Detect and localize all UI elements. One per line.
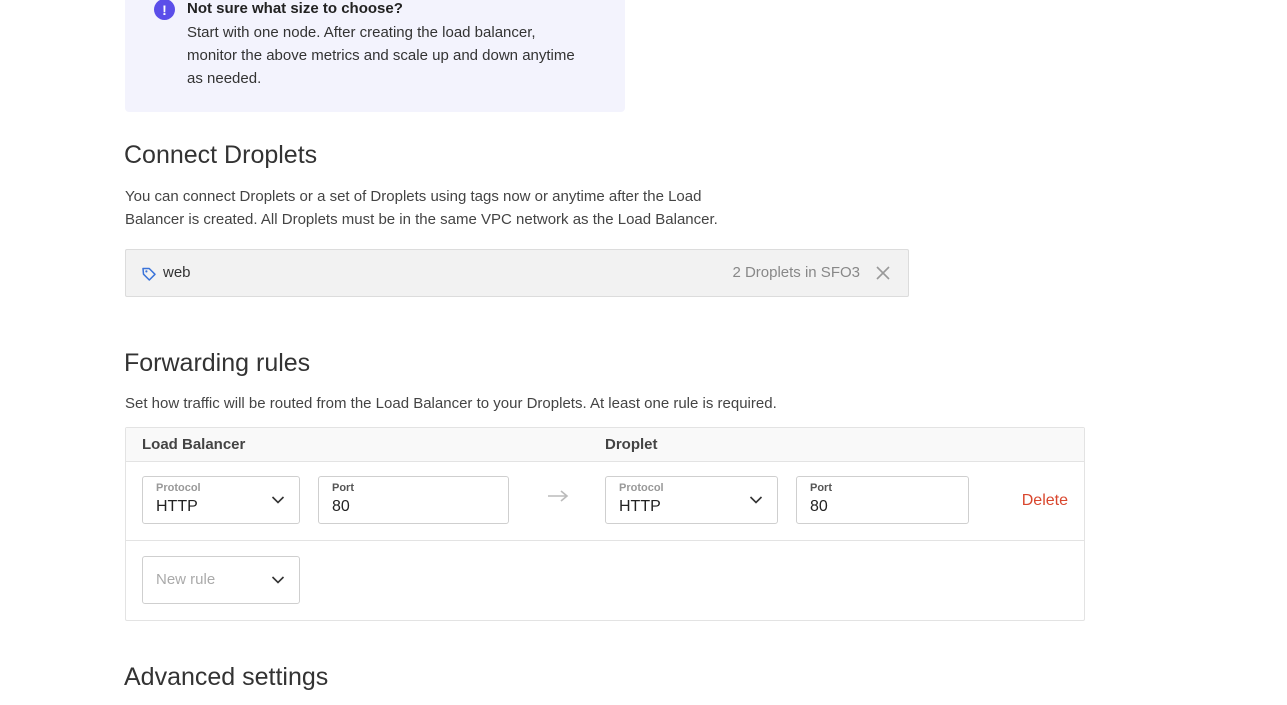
close-icon[interactable] [875, 265, 891, 281]
forwarding-rules-table: Load Balancer Droplet Protocol HTTP Port… [125, 427, 1085, 621]
column-load-balancer: Load Balancer [142, 436, 246, 453]
advanced-settings-heading[interactable]: Advanced settings [124, 663, 328, 692]
connect-droplets-description: You can connect Droplets or a set of Dro… [125, 188, 718, 228]
delete-rule-button[interactable]: Delete [1022, 492, 1068, 510]
arrow-right-icon [548, 490, 569, 502]
chevron-down-icon [271, 576, 285, 584]
chevron-down-icon [749, 496, 763, 504]
rules-header: Load Balancer Droplet [126, 428, 1084, 462]
new-rule-placeholder: New rule [156, 571, 216, 588]
droplet-port-value: 80 [810, 498, 828, 515]
lb-port-input[interactable]: Port 80 [318, 476, 509, 524]
rule-divider [126, 540, 1084, 541]
info-title: Not sure what size to choose? [187, 0, 403, 17]
new-rule-select[interactable]: New rule [142, 556, 300, 604]
tag-name: web [163, 264, 191, 281]
lb-port-value: 80 [332, 498, 350, 515]
tag-droplet-count: 2 Droplets in SFO3 [732, 264, 860, 281]
droplet-protocol-select[interactable]: Protocol HTTP [605, 476, 778, 524]
exclamation-icon: ! [154, 0, 175, 20]
chevron-down-icon [271, 496, 285, 504]
tag-icon [142, 267, 156, 281]
column-droplet: Droplet [605, 436, 658, 453]
lb-port-label: Port [332, 482, 354, 494]
droplet-port-input[interactable]: Port 80 [796, 476, 969, 524]
lb-protocol-value: HTTP [156, 498, 198, 515]
lb-protocol-select[interactable]: Protocol HTTP [142, 476, 300, 524]
droplet-protocol-value: HTTP [619, 498, 661, 515]
droplet-protocol-label: Protocol [619, 482, 664, 494]
droplet-port-label: Port [810, 482, 832, 494]
forwarding-rules-description: Set how traffic will be routed from the … [125, 395, 777, 412]
lb-protocol-label: Protocol [156, 482, 201, 494]
tag-row: web 2 Droplets in SFO3 [125, 249, 909, 297]
connect-droplets-heading: Connect Droplets [124, 141, 318, 169]
forwarding-rules-heading: Forwarding rules [124, 349, 311, 377]
info-body: Start with one node. After creating the … [187, 24, 575, 87]
info-callout: ! Not sure what size to choose? Start wi… [125, 0, 625, 112]
